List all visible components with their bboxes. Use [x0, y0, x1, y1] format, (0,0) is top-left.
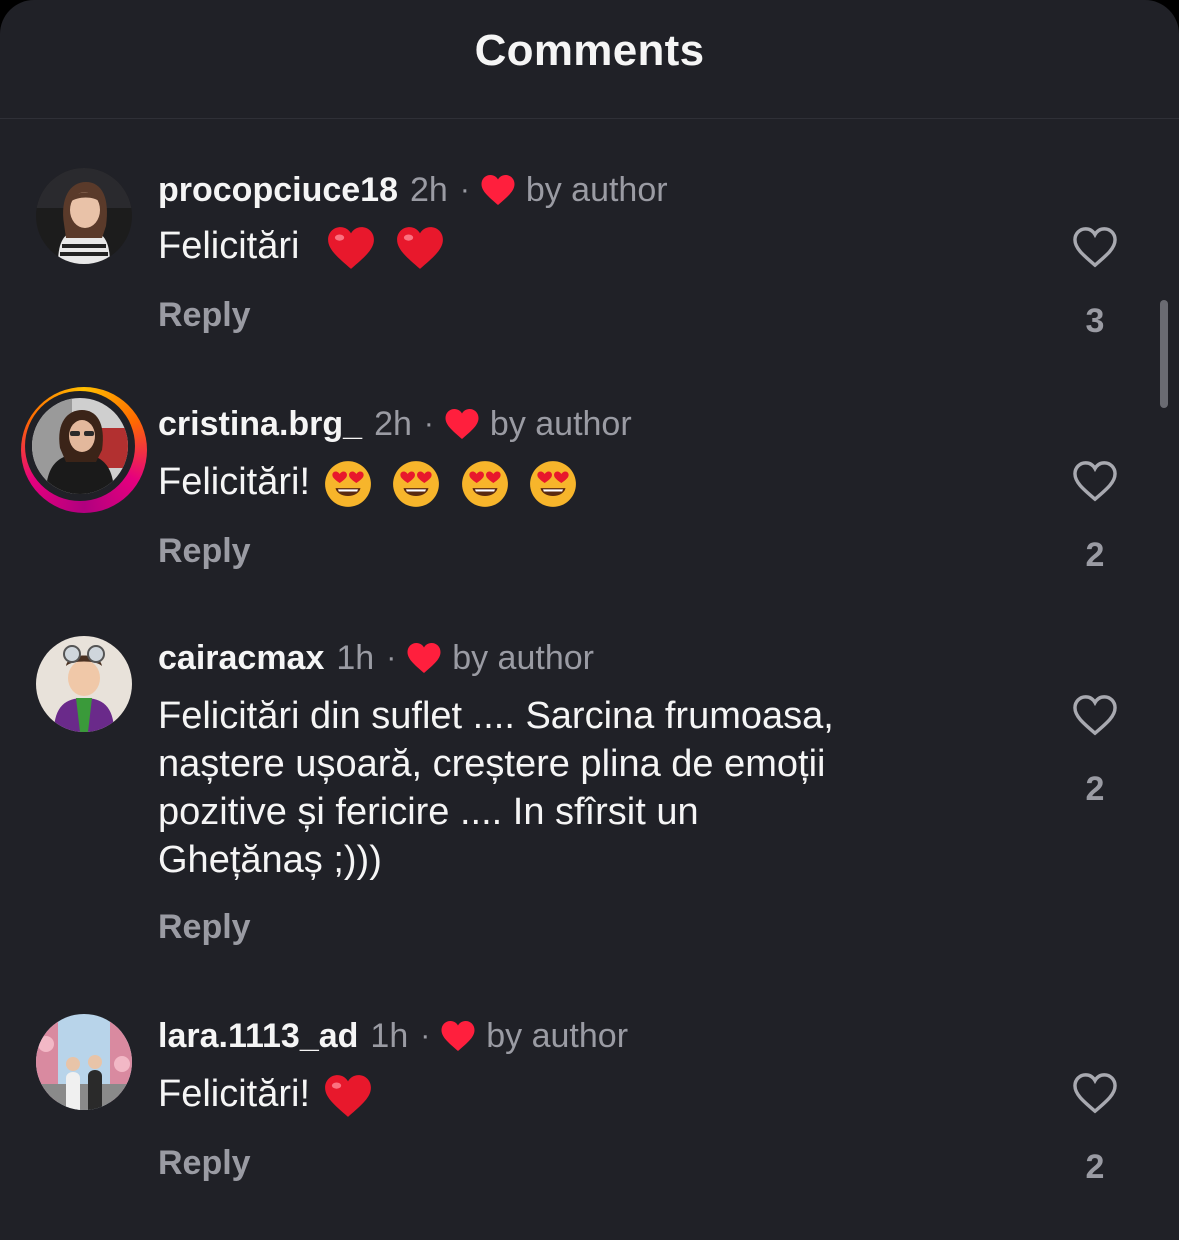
like-heart-icon[interactable] [1072, 694, 1118, 736]
by-author-label: by author [489, 404, 632, 443]
comment-meta: procopciuce18 2h · by author [158, 168, 668, 212]
red-heart-emoji-icon [324, 1075, 371, 1117]
heart-eyes-emoji-icon [530, 461, 577, 507]
comments-sheet: Comments procopciuce18 2h · by author Fe… [0, 0, 1179, 1240]
comment-body: Felicitări! [158, 1073, 311, 1115]
by-author-label: by author [452, 638, 594, 677]
comment-line: pozitive și fericire .... In sfîrsit un [158, 791, 699, 833]
like-heart-icon[interactable] [1072, 226, 1118, 268]
red-heart-emoji-icon [396, 227, 443, 269]
liked-by-author-heart-icon [445, 409, 479, 439]
comment-body: Felicitări [158, 225, 300, 267]
red-heart-emoji-icon [328, 227, 374, 269]
comments-header: Comments [0, 0, 1179, 119]
comment-text: Felicitări! [158, 458, 1038, 509]
by-author-label: by author [525, 170, 668, 209]
liked-by-author-heart-icon [481, 175, 515, 205]
username[interactable]: lara.1113_ad [158, 1017, 358, 1056]
username[interactable]: cairacmax [158, 639, 324, 678]
heart-eyes-emoji-icon [393, 461, 440, 507]
comment-text: Felicitări! [158, 1070, 1038, 1121]
liked-by-author-heart-icon [407, 643, 441, 673]
like-count: 2 [1085, 770, 1105, 808]
reply-button[interactable]: Reply [158, 532, 251, 571]
avatar-image [36, 168, 132, 264]
reply-button[interactable]: Reply [158, 1144, 251, 1183]
avatar[interactable] [21, 387, 147, 513]
comment-text: Felicitări [158, 222, 1038, 273]
avatar[interactable] [36, 168, 132, 264]
timestamp: 1h [370, 1016, 409, 1055]
reply-button[interactable]: Reply [158, 908, 251, 947]
like-count: 3 [1085, 302, 1105, 340]
avatar[interactable] [36, 636, 132, 732]
like-count: 2 [1085, 1148, 1105, 1186]
comment-line: Ghețănaș ;))) [158, 839, 382, 881]
heart-eyes-emoji-icon [324, 461, 371, 507]
scrollbar[interactable] [1160, 300, 1168, 408]
comment-meta: lara.1113_ad 1h · by author [158, 1014, 628, 1058]
by-author-label: by author [486, 1016, 629, 1055]
avatar-image [36, 1014, 132, 1110]
comment-body: Felicitări! [158, 461, 311, 503]
avatar-image [32, 398, 128, 494]
comment-text: Felicitări din suflet .... Sarcina frumo… [158, 692, 1038, 884]
timestamp: 1h [336, 638, 375, 677]
liked-by-author-heart-icon [441, 1021, 475, 1051]
story-ring[interactable] [21, 387, 147, 513]
timestamp: 2h [409, 170, 448, 209]
page-title: Comments [474, 26, 705, 75]
comment-meta: cristina.brg_ 2h · by author [158, 402, 632, 446]
username[interactable]: cristina.brg_ [158, 405, 362, 444]
comment-line: Felicitări din suflet .... Sarcina frumo… [158, 695, 834, 737]
separator-dot: · [459, 173, 470, 206]
heart-eyes-emoji-icon [461, 461, 508, 507]
timestamp: 2h [374, 404, 412, 443]
username[interactable]: procopciuce18 [158, 171, 398, 210]
avatar[interactable] [36, 1014, 132, 1110]
like-heart-icon[interactable] [1072, 460, 1118, 502]
like-count: 2 [1085, 536, 1105, 574]
comment-line: naștere ușoară, creștere plina de emoții [158, 743, 826, 785]
separator-dot: · [420, 1019, 431, 1052]
separator-dot: · [386, 641, 397, 674]
reply-button[interactable]: Reply [158, 296, 251, 335]
separator-dot: · [423, 407, 434, 440]
like-heart-icon[interactable] [1072, 1072, 1118, 1114]
comment-meta: cairacmax 1h · by author [158, 636, 594, 680]
avatar-image [36, 636, 132, 732]
